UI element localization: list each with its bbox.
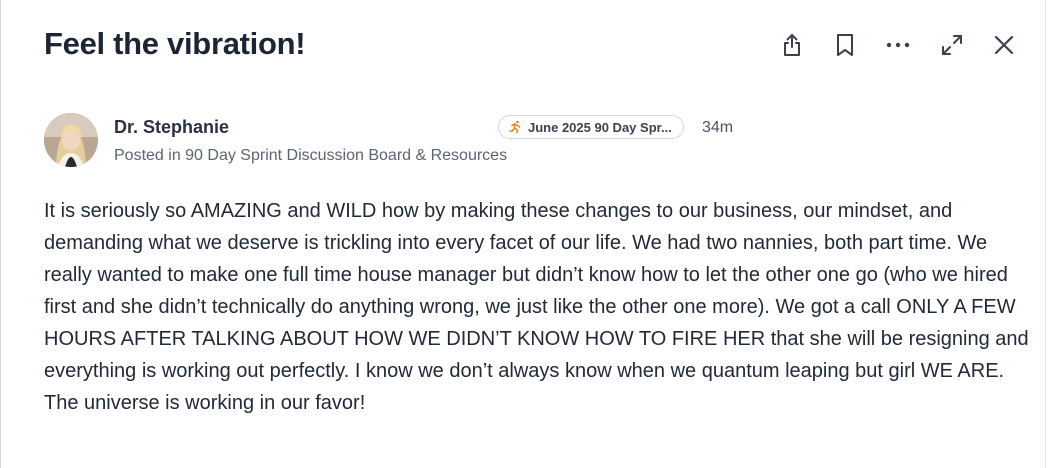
close-button[interactable] <box>989 30 1019 60</box>
post-author-row: Dr. Stephanie Posted in 90 Day Sprint Di… <box>44 112 1004 168</box>
post-title: Feel the vibration! <box>44 26 306 61</box>
bookmark-icon <box>834 32 856 58</box>
header-actions <box>777 30 1025 60</box>
author-avatar[interactable] <box>44 113 98 167</box>
close-icon <box>993 34 1015 56</box>
post-modal: Feel the vibration! Dr. Stephanie Posted… <box>0 0 1046 468</box>
posted-in-label[interactable]: Posted in 90 Day Sprint Discussion Board… <box>114 145 507 167</box>
space-badge[interactable]: June 2025 90 Day Spr... <box>498 115 684 139</box>
running-person-icon <box>509 120 522 135</box>
bookmark-button[interactable] <box>830 30 860 60</box>
more-options-icon <box>885 41 911 49</box>
post-body: It is seriously so AMAZING and WILD how … <box>44 200 1029 414</box>
post-timestamp: 34m <box>702 119 734 136</box>
share-button[interactable] <box>777 30 807 60</box>
share-icon <box>780 32 804 58</box>
expand-icon <box>940 33 964 57</box>
space-badge-label: June 2025 90 Day Spr... <box>528 119 672 135</box>
expand-button[interactable] <box>937 30 967 60</box>
author-name[interactable]: Dr. Stephanie <box>114 115 229 139</box>
more-options-button[interactable] <box>883 30 913 60</box>
